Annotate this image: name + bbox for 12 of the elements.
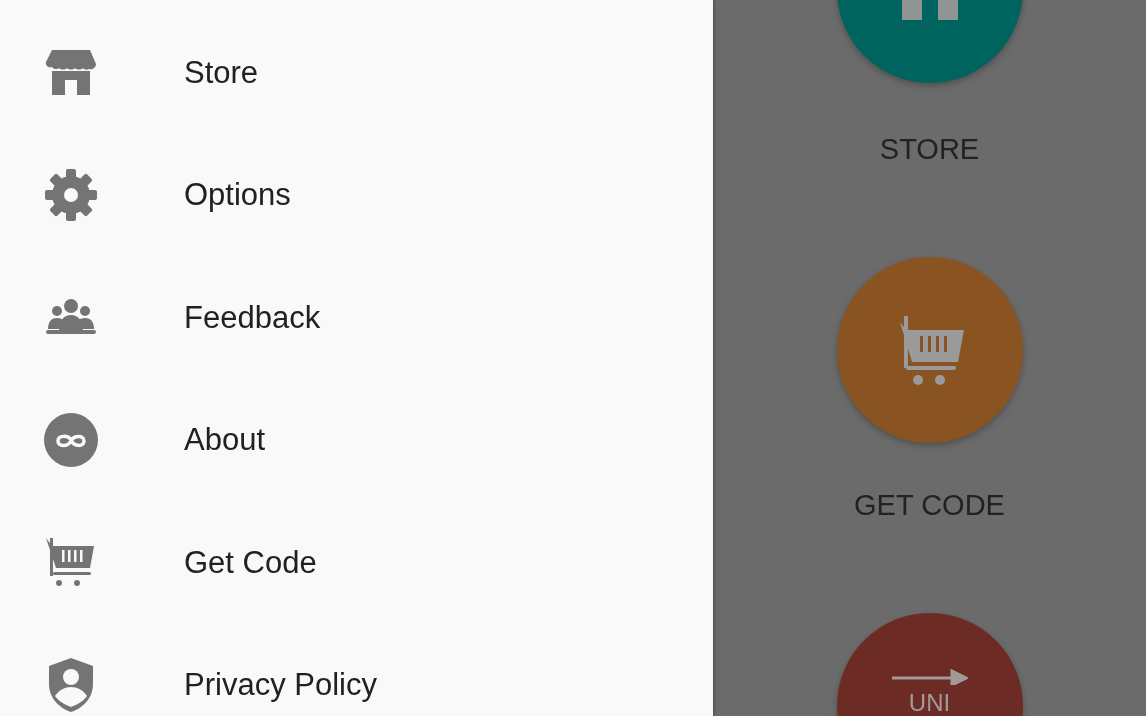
info-circle-icon [44,413,98,468]
menu-item[interactable]: Store [0,43,713,103]
tile-label: STORE [879,132,980,167]
menu-item[interactable]: About [0,410,713,471]
menu-item[interactable]: Privacy Policy [0,654,713,715]
menu-item[interactable]: Options [0,165,713,226]
menu-item[interactable]: Feedback [0,287,713,348]
arrow-icon [891,669,968,685]
settings-icon [44,168,98,223]
circle-button[interactable]: UNI [836,613,1023,716]
menu-item[interactable]: Get Code [0,532,713,593]
tile-label: GET CODE [854,488,1005,523]
